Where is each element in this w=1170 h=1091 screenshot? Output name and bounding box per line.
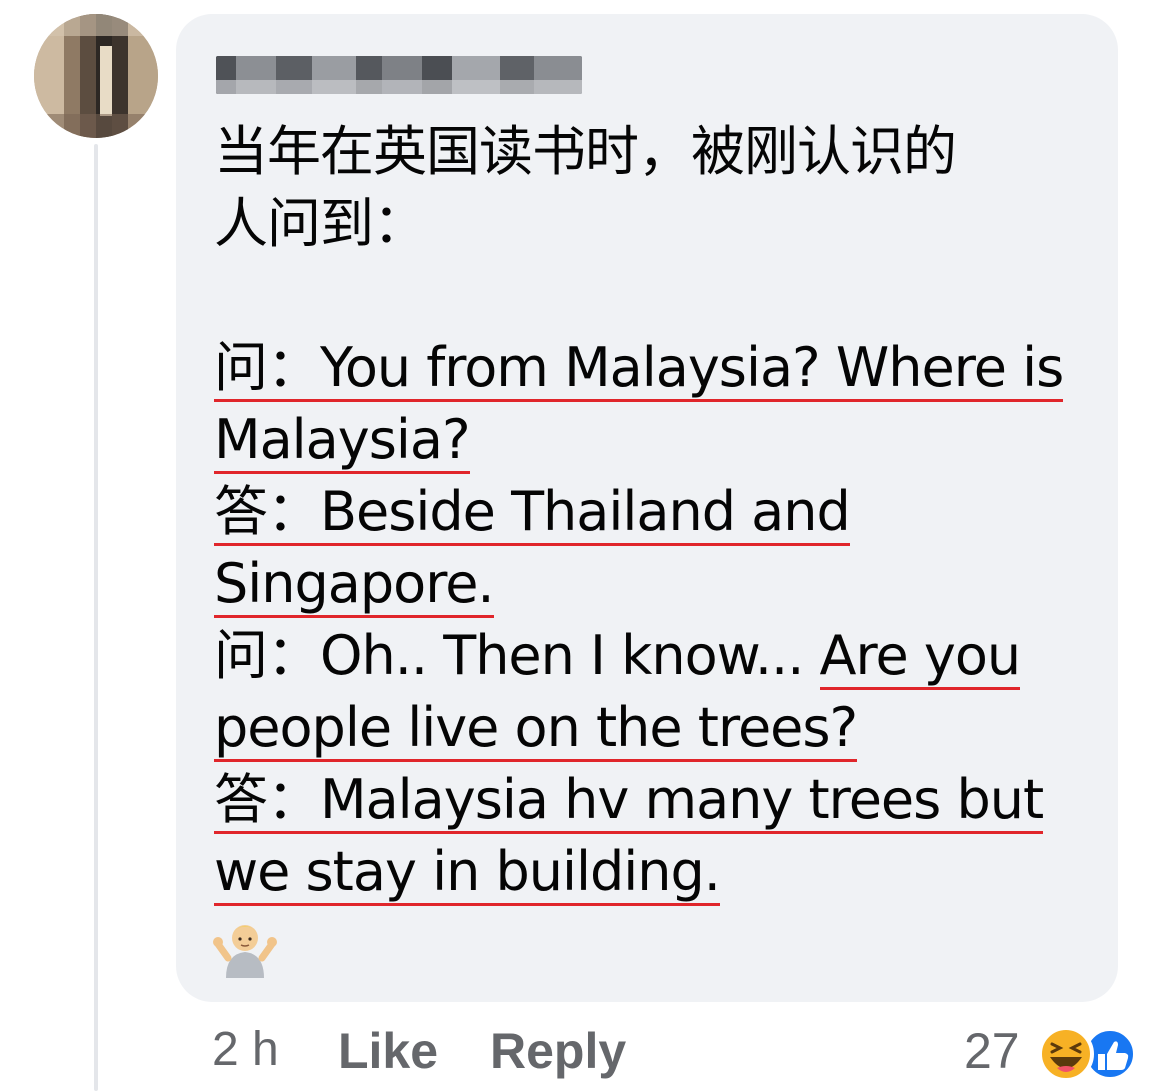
underlined-text: 答：Malaysia hv many trees but: [214, 768, 1044, 834]
message-line: 当年在英国读书时，被刚认识的: [214, 120, 957, 183]
comment-bubble: 当年在英国读书时，被刚认识的 人问到： 问：You from Malaysia?…: [176, 14, 1118, 1002]
message-line: Singapore.: [214, 548, 1088, 620]
underlined-text: people live on the trees?: [214, 696, 858, 762]
avatar[interactable]: [34, 14, 158, 138]
underlined-text: Malaysia?: [214, 408, 471, 474]
underlined-text: we stay in building.: [214, 840, 721, 906]
underlined-text: Singapore.: [214, 552, 495, 618]
comment-actions: 2 h Like Reply 27: [0, 1018, 1170, 1088]
underlined-text: 问：You from Malaysia? Where is: [214, 336, 1064, 402]
timestamp[interactable]: 2 h: [212, 1022, 279, 1077]
underlined-text: Are you: [819, 624, 1021, 690]
message-line: we stay in building.: [214, 836, 1088, 908]
author-name-blurred[interactable]: [216, 56, 582, 94]
message-line: 人问到：: [214, 192, 427, 255]
reactions-summary[interactable]: [1036, 1024, 1140, 1084]
message-line: 问：You from Malaysia? Where is: [214, 332, 1088, 404]
message-line: Malaysia?: [214, 404, 1088, 476]
person-shrugging-emoji: [213, 925, 277, 978]
message-line: 答：Beside Thailand and: [214, 476, 1088, 548]
haha-icon: [1038, 1026, 1094, 1082]
comment-screen: 当年在英国读书时，被刚认识的 人问到： 问：You from Malaysia?…: [0, 0, 1170, 1091]
plain-text: 问：Oh.. Then I know...: [214, 624, 820, 687]
message-line: people live on the trees?: [214, 692, 1088, 764]
like-button[interactable]: Like: [338, 1022, 438, 1080]
message-line: 问：Oh.. Then I know... Are you: [214, 620, 1088, 692]
thread-line: [94, 144, 98, 1091]
underlined-text: 答：Beside Thailand and: [214, 480, 851, 546]
reaction-count[interactable]: 27: [964, 1022, 1020, 1080]
reply-button[interactable]: Reply: [490, 1022, 626, 1080]
message-line: 答：Malaysia hv many trees but: [214, 764, 1088, 836]
